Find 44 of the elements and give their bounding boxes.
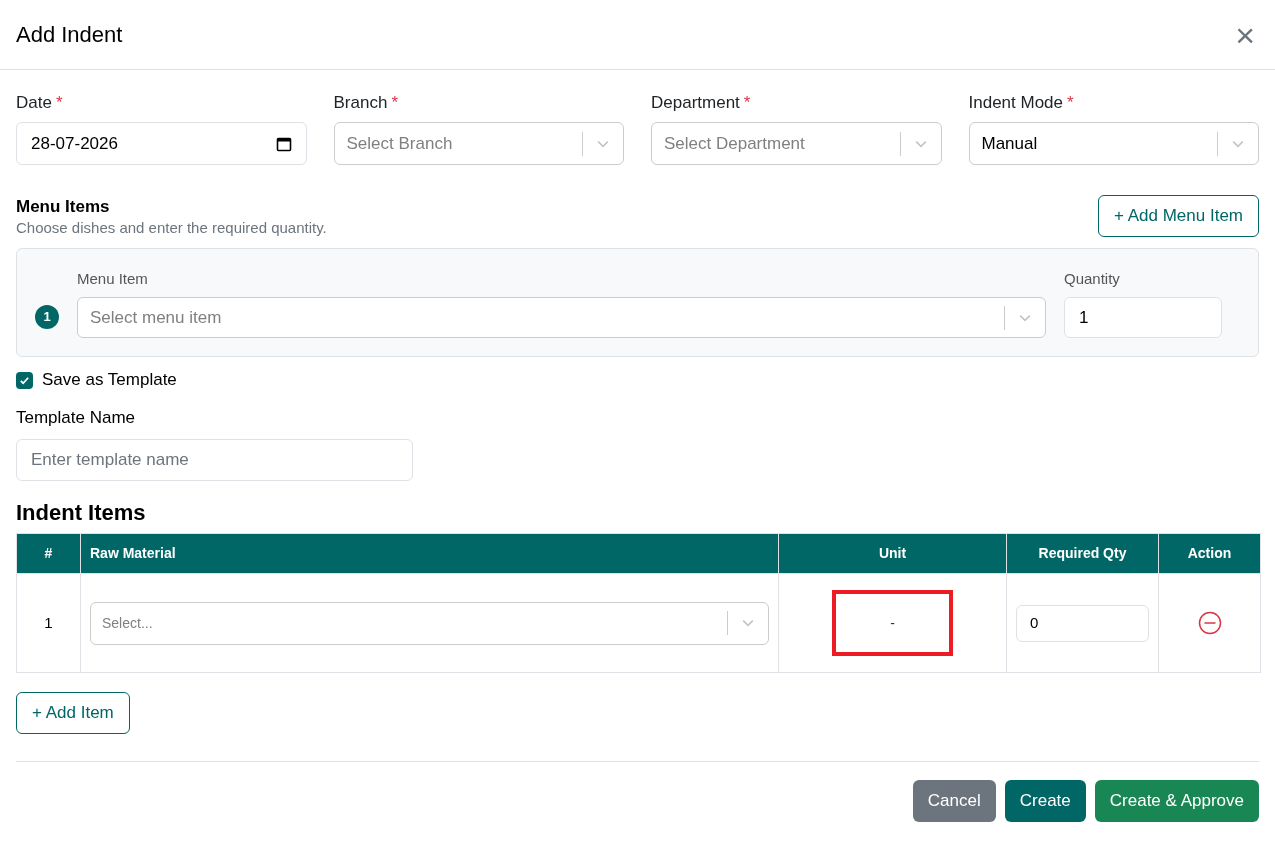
remove-button[interactable] — [1197, 611, 1222, 635]
add-menu-item-button[interactable]: + Add Menu Item — [1098, 195, 1259, 237]
template-name-field[interactable]: Enter template name — [16, 439, 413, 481]
add-item-button[interactable]: + Add Item — [16, 692, 130, 734]
column-header: Raw Material — [80, 533, 779, 574]
field-label: Branch — [333, 92, 388, 112]
date-field[interactable]: 28-07-2026 — [16, 122, 307, 165]
select-field[interactable]: Select... — [90, 601, 769, 645]
approve-button[interactable]: Create & Approve — [1094, 780, 1259, 822]
field-label: Department — [651, 92, 740, 112]
checkbox-label: Save as Template — [42, 369, 177, 392]
close-button[interactable]: × — [1231, 17, 1259, 52]
dialog-title: Add Indent — [16, 21, 123, 49]
calendar-icon[interactable] — [275, 135, 292, 152]
section-subtitle: Choose dishes and enter the required quantity. — [16, 218, 327, 238]
unit-value: - — [832, 590, 953, 656]
select-field[interactable]: Select menu item — [77, 297, 1046, 338]
quantity-field[interactable]: 1 — [1064, 297, 1222, 338]
field-label: Menu Item — [77, 268, 149, 289]
column-header: Action — [1158, 533, 1261, 574]
section-title: Indent Items — [16, 499, 147, 527]
cancel-button[interactable]: Cancel — [912, 780, 996, 822]
table-cell: 1 — [16, 573, 81, 673]
row-number-badge: 1 — [35, 305, 59, 329]
checkbox[interactable] — [16, 371, 33, 389]
select-field[interactable]: Select Branch — [333, 122, 624, 165]
select-field[interactable]: Select Department — [651, 122, 942, 165]
field-label: Date — [16, 92, 52, 112]
field-label: Template Name — [16, 407, 137, 429]
required-mark: * — [1067, 92, 1074, 112]
field-label: Indent Mode — [968, 92, 1063, 112]
quantity-field[interactable]: 0 — [1016, 604, 1149, 642]
column-header: Required Qty — [1006, 533, 1159, 574]
select-field[interactable]: Manual — [968, 122, 1259, 165]
required-mark: * — [743, 92, 751, 112]
minus-circle-icon — [1197, 611, 1222, 635]
column-header: # — [16, 533, 81, 574]
column-header: Unit — [778, 533, 1007, 574]
required-mark: * — [55, 92, 63, 112]
check-icon — [19, 374, 30, 386]
required-mark: * — [391, 92, 398, 112]
create-button[interactable]: Create — [1004, 780, 1086, 822]
field-label: Quantity — [1064, 268, 1121, 289]
section-title: Menu Items — [16, 196, 111, 218]
